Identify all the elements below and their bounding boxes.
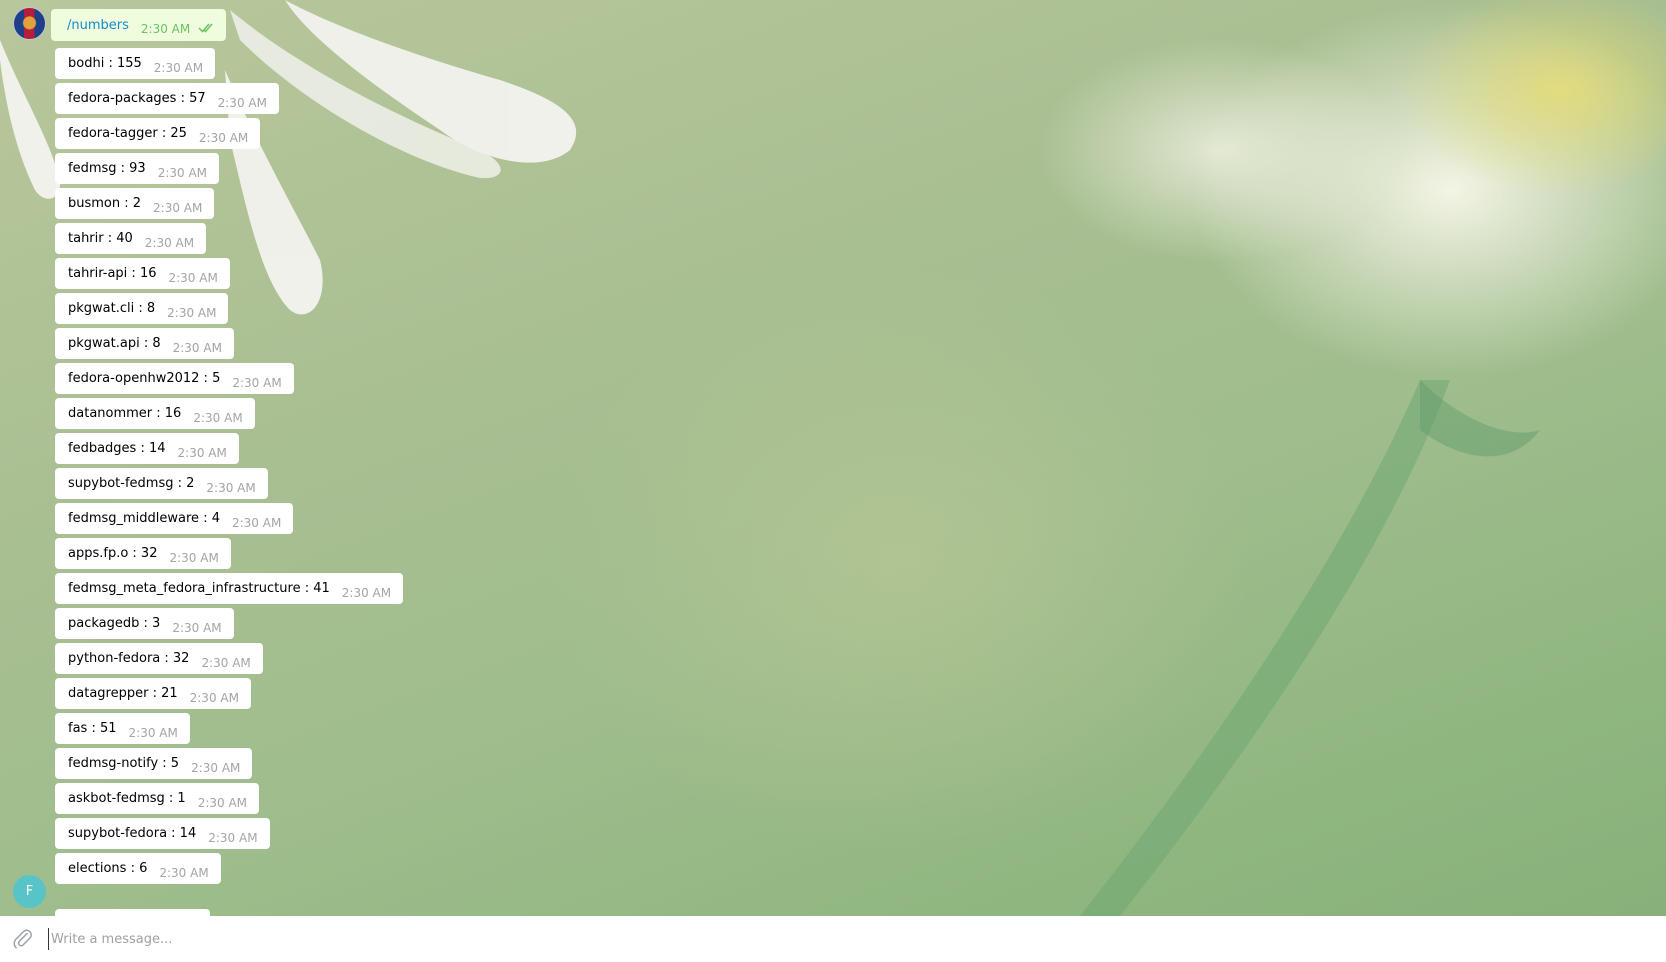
message-bubble: fedora-openhw2012 : 5 2:30 AM — [55, 363, 294, 394]
message-text: elections : 6 — [68, 861, 148, 876]
outgoing-command-message: /numbers 2:30 AM — [51, 9, 227, 41]
message-text: apps.fp.o : 32 — [68, 546, 158, 561]
message-time: 2:30 AM — [128, 725, 178, 740]
background-stem — [1080, 380, 1540, 916]
message-bubble: tahrir-api : 16 2:30 AM — [55, 258, 230, 289]
message-bubble: fas : 51 2:30 AM — [55, 713, 190, 744]
message-time: 2:30 AM — [167, 305, 217, 320]
message-time: 2:30 AM — [157, 165, 208, 180]
bot-avatar[interactable]: F — [13, 875, 46, 908]
message-composer — [0, 916, 1666, 962]
message-time: 2:30 AM — [231, 515, 282, 530]
message-time: 2:30 AM — [197, 795, 248, 810]
message-bubble: bodhi : 155 2:30 AM — [55, 48, 216, 79]
message-time: 2:30 AM — [177, 445, 227, 460]
message-text: fas : 51 — [68, 721, 117, 736]
message-bubble: fedmsg_meta_fedora_infrastructure : 41 2:… — [55, 573, 404, 604]
message-text: fedora-tagger : 25 — [68, 126, 187, 141]
message-time: 2:30 AM — [172, 340, 222, 355]
message-text: busmon : 2 — [68, 196, 142, 211]
partial-message-bubble — [55, 909, 210, 916]
message-bubble: fedmsg : 93 2:30 AM — [55, 153, 220, 184]
message-text: fedmsg_middleware : 4 — [68, 511, 220, 526]
message-time: 2:30 AM — [140, 22, 191, 36]
message-bubble: fedmsg-notify : 5 2:30 AM — [55, 748, 253, 779]
message-time: 2:30 AM — [172, 620, 222, 635]
message-text: tahrir : 40 — [68, 231, 133, 246]
command-link[interactable]: /numbers — [67, 18, 129, 33]
user-avatar[interactable] — [13, 7, 46, 40]
message-bubble: python-fedora : 32 2:30 AM — [55, 643, 263, 674]
message-text: python-fedora : 32 — [68, 651, 190, 666]
message-bubble: pkgwat.cli : 8 2:30 AM — [55, 293, 229, 324]
paperclip-icon[interactable] — [12, 928, 34, 950]
message-bubble: packagedb : 3 2:30 AM — [55, 608, 234, 639]
message-time: 2:30 AM — [169, 550, 219, 565]
chat-area: /numbers 2:30 AM bodhi : 155 2:30 AM fedor… — [0, 0, 1666, 916]
message-bubble: fedora-packages : 57 2:30 AM — [55, 83, 279, 114]
message-time: 2:30 AM — [198, 130, 249, 145]
message-text: datanommer : 16 — [68, 406, 182, 421]
message-bubble: askbot-fedmsg : 1 2:30 AM — [55, 783, 260, 814]
message-text: bodhi : 155 — [68, 56, 142, 71]
message-time: 2:30 AM — [341, 585, 392, 600]
message-text: tahrir-api : 16 — [68, 266, 157, 281]
message-text: fedmsg-notify : 5 — [68, 756, 180, 771]
message-time: 2:30 AM — [168, 270, 218, 285]
message-text: supybot-fedmsg : 2 — [68, 476, 195, 491]
message-text: pkgwat.api : 8 — [68, 336, 161, 351]
message-time: 2:30 AM — [144, 235, 195, 250]
message-bubble: tahrir : 40 2:30 AM — [55, 223, 207, 254]
message-time: 2:30 AM — [191, 760, 241, 775]
message-bubble: apps.fp.o : 32 2:30 AM — [55, 538, 231, 569]
message-time: 2:30 AM — [153, 60, 204, 75]
message-time: 2:30 AM — [189, 690, 239, 705]
message-time: 2:30 AM — [208, 830, 258, 845]
message-time: 2:30 AM — [232, 375, 282, 390]
message-bubble: datagrepper : 21 2:30 AM — [55, 678, 251, 709]
message-bubble: supybot-fedmsg : 2 2:30 AM — [55, 468, 268, 499]
message-text: supybot-fedora : 14 — [68, 826, 197, 841]
message-text: fedmsg_meta_fedora_infrastructure : 41 — [68, 581, 330, 596]
message-time: 2:30 AM — [217, 95, 267, 110]
message-bubble: datanommer : 16 2:30 AM — [55, 398, 255, 429]
message-time: 2:30 AM — [206, 480, 256, 495]
message-time: 2:30 AM — [201, 655, 251, 670]
message-text: fedora-openhw2012 : 5 — [68, 371, 221, 386]
message-bubble: supybot-fedora : 14 2:30 AM — [55, 818, 270, 849]
message-bubble: pkgwat.api : 8 2:30 AM — [55, 328, 234, 359]
message-input[interactable] — [48, 928, 1551, 950]
message-bubble: busmon : 2 2:30 AM — [55, 188, 215, 219]
message-text: fedmsg : 93 — [68, 161, 146, 176]
message-time: 2:30 AM — [193, 410, 243, 425]
message-bubble: elections : 6 2:30 AM — [55, 853, 221, 884]
message-time: 2:30 AM — [153, 200, 203, 215]
message-text: askbot-fedmsg : 1 — [68, 791, 186, 806]
message-bubble: fedbadges : 14 2:30 AM — [55, 433, 239, 464]
message-bubble: fedmsg_middleware : 4 2:30 AM — [55, 503, 294, 534]
message-time: 2:30 AM — [159, 865, 209, 880]
double-check-icon — [198, 23, 213, 33]
message-text: packagedb : 3 — [68, 616, 161, 631]
message-text: datagrepper : 21 — [68, 686, 178, 701]
message-text: pkgwat.cli : 8 — [68, 301, 156, 316]
message-bubble: fedora-tagger : 25 2:30 AM — [55, 118, 261, 149]
message-text: fedora-packages : 57 — [68, 91, 206, 106]
message-text: fedbadges : 14 — [68, 441, 166, 456]
